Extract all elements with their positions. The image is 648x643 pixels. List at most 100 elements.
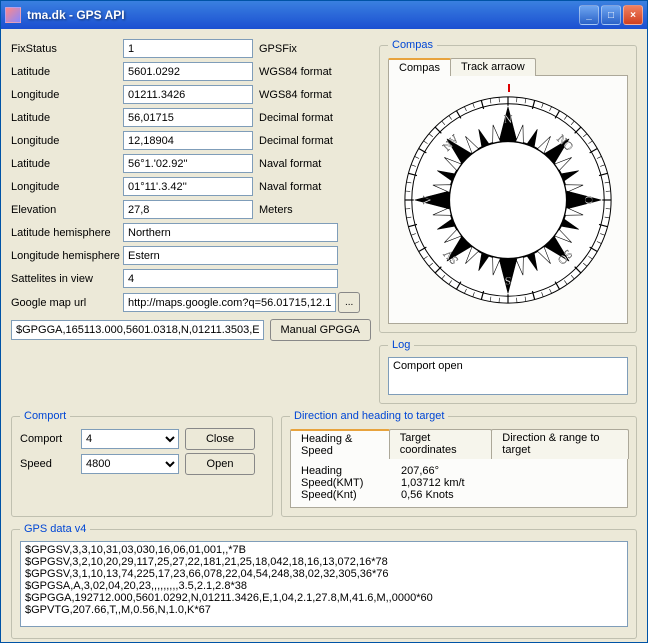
compass-tab-body: NNOOSOSSVVNV [388, 75, 628, 324]
compass-display: NNOOSOSSVVNV [395, 82, 621, 317]
field-row: Latitude Decimal format [11, 108, 371, 127]
middle-row: Comport Comport 4 Close Speed 4800 Open … [11, 410, 637, 517]
svg-text:O: O [582, 195, 595, 204]
field-row: FixStatus GPSFix [11, 39, 371, 58]
field-input[interactable] [123, 223, 338, 242]
gpsdata-group: GPS data v4 $GPGSV,3,3,10,31,03,030,16,0… [11, 523, 637, 639]
field-label: Longitude [11, 181, 123, 193]
app-icon [5, 7, 21, 23]
google-url-label: Google map url [11, 297, 123, 309]
field-desc: Naval format [259, 181, 351, 193]
speed-kmt-value: 1,03712 km/t [401, 477, 521, 489]
field-desc: Decimal format [259, 135, 351, 147]
field-input[interactable] [123, 39, 253, 58]
field-row: Longitude WGS84 format [11, 85, 371, 104]
field-input[interactable] [123, 85, 253, 104]
comport-legend: Comport [20, 410, 70, 422]
titlebar: tma.dk - GPS API _ □ × [1, 1, 647, 29]
compass-group: Compas Compas Track arraow [379, 39, 637, 333]
google-url-input[interactable] [123, 293, 336, 312]
window-title: tma.dk - GPS API [27, 8, 577, 22]
gpgga-input[interactable] [11, 320, 264, 340]
comport-select[interactable]: 4 [81, 429, 179, 449]
heading-tab-body: Heading207,66° Speed(KMT)1,03712 km/t Sp… [290, 458, 628, 508]
manual-gpgga-button[interactable]: Manual GPGGA [270, 319, 371, 341]
comport-open-button[interactable]: Open [185, 453, 255, 475]
close-button[interactable]: × [623, 5, 643, 25]
log-group: Log Comport open [379, 339, 637, 404]
field-label: Sattelites in view [11, 273, 123, 285]
svg-text:V: V [421, 195, 434, 204]
field-row: Longitude hemisphere [11, 246, 371, 265]
client-area: FixStatusGPSFixLatitudeWGS84 formatLongi… [1, 29, 647, 642]
gpsdata-text[interactable]: $GPGSV,3,3,10,31,03,030,16,06,01,001,,*7… [20, 541, 628, 627]
field-row: Longitude Naval format [11, 177, 371, 196]
field-label: Elevation [11, 204, 123, 216]
field-row: Sattelites in view [11, 269, 371, 288]
field-label: Latitude [11, 66, 123, 78]
tab-track-arrow[interactable]: Track arraow [450, 58, 536, 76]
field-input[interactable] [123, 154, 253, 173]
right-column: Compas Compas Track arraow [379, 39, 637, 404]
field-row: Latitude WGS84 format [11, 62, 371, 81]
field-input[interactable] [123, 177, 253, 196]
field-label: Latitude [11, 112, 123, 124]
field-desc: WGS84 format [259, 66, 351, 78]
field-label: Latitude [11, 158, 123, 170]
compass-tabs: Compas Track arraow [388, 57, 628, 75]
tab-heading-speed[interactable]: Heading & Speed [290, 429, 390, 459]
form-column: FixStatusGPSFixLatitudeWGS84 formatLongi… [11, 39, 371, 404]
field-label: Latitude hemisphere [11, 227, 123, 239]
speed-label: Speed [20, 458, 75, 470]
field-input[interactable] [123, 131, 253, 150]
field-input[interactable] [123, 108, 253, 127]
tab-direction-range[interactable]: Direction & range to target [491, 429, 629, 459]
field-label: Longitude [11, 135, 123, 147]
google-url-row: Google map url ... [11, 292, 371, 313]
heading-label: Heading [301, 465, 401, 477]
gpsdata-legend: GPS data v4 [20, 523, 90, 535]
field-input[interactable] [123, 200, 253, 219]
gpgga-row: Manual GPGGA [11, 319, 371, 341]
field-row: Latitude Naval format [11, 154, 371, 173]
field-label: Longitude hemisphere [11, 250, 123, 262]
heading-value: 207,66° [401, 465, 521, 477]
maximize-button[interactable]: □ [601, 5, 621, 25]
field-desc: Meters [259, 204, 351, 216]
direction-tabs: Heading & Speed Target coordinates Direc… [290, 428, 628, 458]
compass-legend: Compas [388, 39, 437, 51]
field-desc: Naval format [259, 158, 351, 170]
field-input[interactable] [123, 246, 338, 265]
svg-text:S: S [505, 274, 512, 287]
tab-target-coordinates[interactable]: Target coordinates [389, 429, 493, 459]
field-row: Elevation Meters [11, 200, 371, 219]
tab-compas[interactable]: Compas [388, 58, 451, 76]
open-url-button[interactable]: ... [338, 292, 360, 313]
log-legend: Log [388, 339, 414, 351]
speed-kmt-label: Speed(KMT) [301, 477, 401, 489]
field-desc: Decimal format [259, 112, 351, 124]
heading-marker [508, 84, 510, 92]
field-label: FixStatus [11, 43, 123, 55]
speed-select[interactable]: 4800 [81, 454, 179, 474]
minimize-button[interactable]: _ [579, 5, 599, 25]
speed-knt-label: Speed(Knt) [301, 489, 401, 501]
comport-label: Comport [20, 433, 75, 445]
speed-knt-value: 0,56 Knots [401, 489, 521, 501]
app-window: tma.dk - GPS API _ □ × FixStatus GPSFix La… [0, 0, 648, 643]
direction-legend: Direction and heading to target [290, 410, 448, 422]
field-input[interactable] [123, 62, 253, 81]
field-label: Longitude [11, 89, 123, 101]
comport-close-button[interactable]: Close [185, 428, 255, 450]
field-desc: WGS84 format [259, 89, 351, 101]
compass-rose-icon: NNOOSOSSVVNV [400, 92, 616, 308]
svg-text:N: N [504, 112, 513, 125]
field-desc: GPSFix [259, 43, 351, 55]
direction-group: Direction and heading to target Heading … [281, 410, 637, 517]
field-input[interactable] [123, 269, 338, 288]
comport-group: Comport Comport 4 Close Speed 4800 Open [11, 410, 273, 517]
log-text[interactable]: Comport open [388, 357, 628, 395]
field-row: Latitude hemisphere [11, 223, 371, 242]
top-area: FixStatusGPSFixLatitudeWGS84 formatLongi… [11, 39, 637, 404]
field-row: Longitude Decimal format [11, 131, 371, 150]
